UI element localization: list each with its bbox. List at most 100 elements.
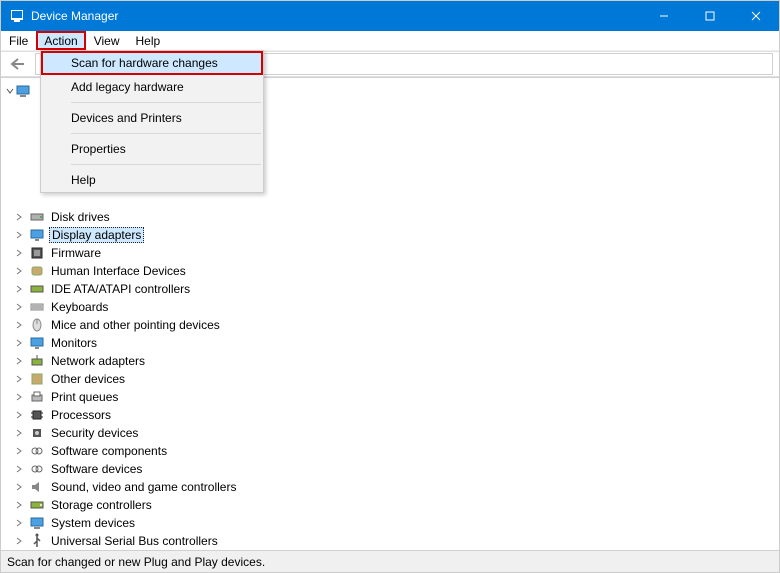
tree-node-firmware[interactable]: Firmware bbox=[5, 244, 779, 262]
app-icon bbox=[9, 8, 25, 24]
status-text: Scan for changed or new Plug and Play de… bbox=[7, 555, 265, 569]
menu-item-help[interactable]: Help bbox=[41, 168, 263, 192]
tree-node-disk-drives[interactable]: Disk drives bbox=[5, 208, 779, 226]
tree-node-security-devices[interactable]: Security devices bbox=[5, 424, 779, 442]
tree-node-keyboards[interactable]: Keyboards bbox=[5, 298, 779, 316]
menu-item-scan-for-hardware-changes[interactable]: Scan for hardware changes bbox=[41, 51, 263, 75]
tree-node-label: Firmware bbox=[49, 246, 103, 260]
security-icon bbox=[29, 425, 45, 441]
hid-icon bbox=[29, 263, 45, 279]
close-button[interactable] bbox=[733, 1, 779, 31]
minimize-button[interactable] bbox=[641, 1, 687, 31]
chevron-right-icon[interactable] bbox=[13, 500, 25, 510]
menu-separator bbox=[71, 164, 261, 165]
monitor-icon bbox=[29, 335, 45, 351]
network-icon bbox=[29, 353, 45, 369]
tree-node-label: Software components bbox=[49, 444, 169, 458]
chevron-right-icon[interactable] bbox=[13, 284, 25, 294]
chevron-right-icon[interactable] bbox=[13, 212, 25, 222]
chevron-right-icon[interactable] bbox=[13, 518, 25, 528]
title-bar: Device Manager bbox=[1, 1, 779, 31]
tree-node-ide-ata-atapi-controllers[interactable]: IDE ATA/ATAPI controllers bbox=[5, 280, 779, 298]
menu-item-view[interactable]: View bbox=[86, 31, 128, 50]
tree-node-label: Human Interface Devices bbox=[49, 264, 188, 278]
tree-node-label: Print queues bbox=[49, 390, 120, 404]
tree-node-mice-and-other-pointing-devices[interactable]: Mice and other pointing devices bbox=[5, 316, 779, 334]
disk-icon bbox=[29, 209, 45, 225]
chevron-right-icon[interactable] bbox=[13, 230, 25, 240]
menu-item-action[interactable]: Action bbox=[36, 31, 85, 50]
tree-node-sound-video-and-game-controllers[interactable]: Sound, video and game controllers bbox=[5, 478, 779, 496]
tree-node-system-devices[interactable]: System devices bbox=[5, 514, 779, 532]
menu-item-file[interactable]: File bbox=[1, 31, 36, 50]
chevron-right-icon[interactable] bbox=[13, 446, 25, 456]
tree-node-software-components[interactable]: Software components bbox=[5, 442, 779, 460]
usb-icon bbox=[29, 533, 45, 549]
chevron-right-icon[interactable] bbox=[13, 428, 25, 438]
tree-node-label: Software devices bbox=[49, 462, 144, 476]
chevron-right-icon[interactable] bbox=[13, 392, 25, 402]
tree-node-universal-serial-bus-controllers[interactable]: Universal Serial Bus controllers bbox=[5, 532, 779, 550]
window-buttons bbox=[641, 1, 779, 31]
tree-node-software-devices[interactable]: Software devices bbox=[5, 460, 779, 478]
chevron-right-icon[interactable] bbox=[13, 536, 25, 546]
firmware-icon bbox=[29, 245, 45, 261]
chevron-right-icon[interactable] bbox=[13, 302, 25, 312]
chevron-right-icon[interactable] bbox=[13, 266, 25, 276]
tree-node-display-adapters[interactable]: Display adapters bbox=[5, 226, 779, 244]
tree-node-label: IDE ATA/ATAPI controllers bbox=[49, 282, 192, 296]
system-icon bbox=[29, 515, 45, 531]
chevron-right-icon[interactable] bbox=[13, 320, 25, 330]
tree-node-label: Sound, video and game controllers bbox=[49, 480, 238, 494]
menu-item-devices-and-printers[interactable]: Devices and Printers bbox=[41, 106, 263, 130]
tree-node-processors[interactable]: Processors bbox=[5, 406, 779, 424]
display-icon bbox=[29, 227, 45, 243]
tree-node-label: Disk drives bbox=[49, 210, 112, 224]
tree-node-label: Keyboards bbox=[49, 300, 110, 314]
tree-node-label: Mice and other pointing devices bbox=[49, 318, 222, 332]
chevron-right-icon[interactable] bbox=[13, 464, 25, 474]
tree-node-monitors[interactable]: Monitors bbox=[5, 334, 779, 352]
ide-icon bbox=[29, 281, 45, 297]
chevron-down-icon[interactable] bbox=[5, 86, 15, 96]
tree-node-label: Other devices bbox=[49, 372, 127, 386]
chevron-right-icon[interactable] bbox=[13, 338, 25, 348]
tree-node-network-adapters[interactable]: Network adapters bbox=[5, 352, 779, 370]
window-title: Device Manager bbox=[31, 9, 641, 23]
chevron-right-icon[interactable] bbox=[13, 356, 25, 366]
back-button[interactable] bbox=[7, 53, 29, 75]
tree-node-label: Security devices bbox=[49, 426, 140, 440]
sound-icon bbox=[29, 479, 45, 495]
tree-node-other-devices[interactable]: Other devices bbox=[5, 370, 779, 388]
mouse-icon bbox=[29, 317, 45, 333]
tree-node-label: Monitors bbox=[49, 336, 99, 350]
menu-item-help[interactable]: Help bbox=[128, 31, 169, 50]
menu-separator bbox=[71, 133, 261, 134]
cpu-icon bbox=[29, 407, 45, 423]
menu-item-add-legacy-hardware[interactable]: Add legacy hardware bbox=[41, 75, 263, 99]
chevron-right-icon[interactable] bbox=[13, 482, 25, 492]
keyboard-icon bbox=[29, 299, 45, 315]
tree-node-label: System devices bbox=[49, 516, 137, 530]
menu-item-properties[interactable]: Properties bbox=[41, 137, 263, 161]
chevron-right-icon[interactable] bbox=[13, 248, 25, 258]
maximize-button[interactable] bbox=[687, 1, 733, 31]
tree-node-label: Processors bbox=[49, 408, 113, 422]
storage-icon bbox=[29, 497, 45, 513]
tree-node-label: Network adapters bbox=[49, 354, 147, 368]
menu-bar: FileActionViewHelp bbox=[1, 31, 779, 51]
tree-node-print-queues[interactable]: Print queues bbox=[5, 388, 779, 406]
tree-node-label: Universal Serial Bus controllers bbox=[49, 534, 220, 548]
chevron-right-icon[interactable] bbox=[13, 410, 25, 420]
softcomp-icon bbox=[29, 443, 45, 459]
tree-node-storage-controllers[interactable]: Storage controllers bbox=[5, 496, 779, 514]
computer-icon bbox=[15, 83, 31, 99]
printq-icon bbox=[29, 389, 45, 405]
status-bar: Scan for changed or new Plug and Play de… bbox=[1, 550, 779, 572]
tree-node-human-interface-devices[interactable]: Human Interface Devices bbox=[5, 262, 779, 280]
chevron-right-icon[interactable] bbox=[13, 374, 25, 384]
other-icon bbox=[29, 371, 45, 387]
action-menu-dropdown: Scan for hardware changesAdd legacy hard… bbox=[40, 50, 264, 193]
menu-separator bbox=[71, 102, 261, 103]
tree-node-label: Storage controllers bbox=[49, 498, 154, 512]
